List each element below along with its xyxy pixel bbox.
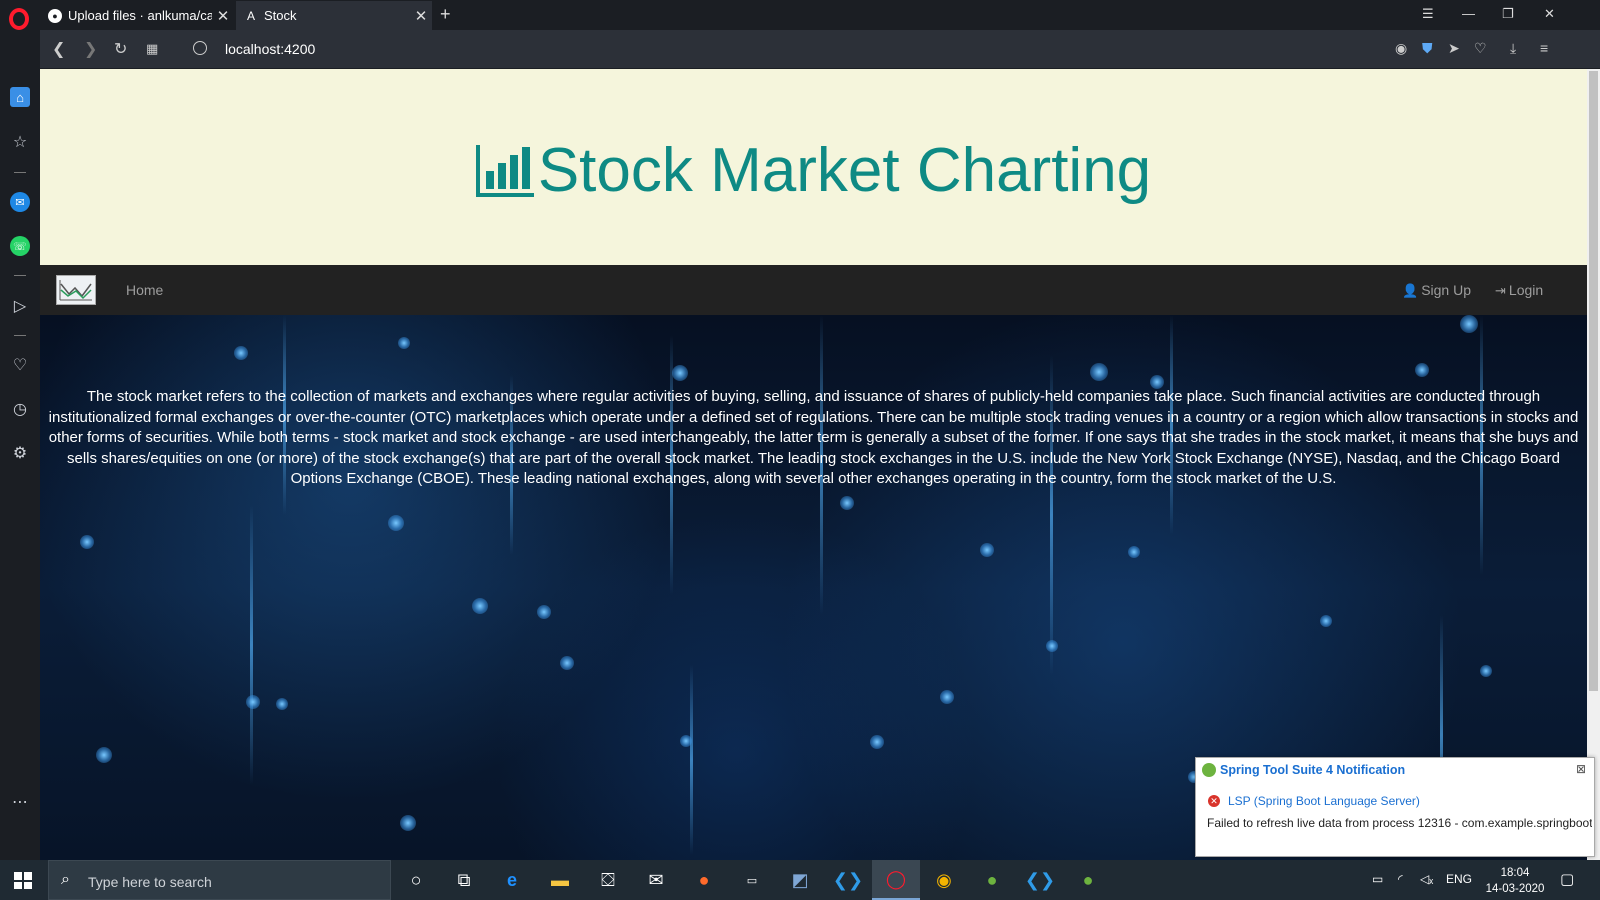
taskbar-clock[interactable]: 18:04 14-03-2020 (1485, 865, 1545, 897)
heart-icon[interactable]: ♡ (10, 355, 30, 375)
page-title: Stock Market Charting (40, 135, 1587, 206)
tab-menu-icon[interactable]: ☰ (1422, 6, 1434, 22)
login-icon: ⇥ (1495, 283, 1506, 298)
reload-icon[interactable]: ↻ (114, 39, 127, 59)
spring-leaf-icon (1202, 763, 1216, 777)
windows-taskbar: ⌕ Type here to search ○ ⧉ e ▬ ⛋ ✉ ● ▭ ◩ … (0, 860, 1600, 900)
tab-title: Stock (264, 8, 297, 23)
forward-icon[interactable]: ❯ (84, 39, 97, 59)
battery-icon[interactable]: ▭ (1372, 872, 1383, 886)
nav-signup-link[interactable]: 👤 Sign Up (1402, 282, 1471, 299)
spring-tool-suite-icon[interactable]: ● (968, 860, 1016, 900)
navbar: Home 👤 Sign Up ⇥ Login (40, 265, 1587, 315)
language-indicator[interactable]: ENG (1446, 872, 1472, 886)
edge-icon[interactable]: e (488, 860, 536, 900)
site-title-text: Stock Market Charting (537, 136, 1152, 205)
tab-title: Upload files · anlkuma/case (68, 8, 212, 23)
opera-sidebar: ⌂ ☆ ✉ ☏ ▷ ♡ ◷ ⚙ ⋯ (0, 30, 40, 860)
angular-icon: A (246, 8, 255, 23)
sts-notification: Spring Tool Suite 4 Notification ⊠ ✕ LSP… (1195, 757, 1595, 857)
hero-banner: Stock Market Charting (40, 69, 1587, 265)
heart-icon[interactable]: ♡ (1474, 40, 1487, 57)
brand-logo[interactable] (56, 275, 96, 305)
spring-tool-suite-icon[interactable]: ● (1064, 860, 1112, 900)
sidebar-divider (14, 275, 26, 276)
login-label: Login (1508, 282, 1544, 298)
sidebar-divider (14, 172, 26, 173)
page-scrollbar[interactable] (1587, 69, 1600, 860)
signup-label: Sign Up (1421, 282, 1471, 298)
globe-icon (193, 41, 207, 55)
windows-start-icon[interactable] (14, 872, 32, 889)
scrollbar-thumb[interactable] (1589, 71, 1598, 691)
clock-date: 14-03-2020 (1485, 883, 1545, 895)
settings-gear-icon[interactable]: ⚙ (10, 443, 30, 463)
trend-chart-icon (59, 280, 92, 301)
send-icon[interactable]: ➤ (1448, 40, 1460, 57)
notification-title: Spring Tool Suite 4 Notification (1202, 763, 1405, 777)
new-tab-button[interactable]: + (440, 4, 451, 25)
mail-icon[interactable]: ✉ (632, 860, 680, 900)
web-page: Stock Market Charting Home 👤 Sign Up ⇥ Log… (40, 69, 1587, 860)
taskbar-search-box[interactable]: ⌕ Type here to search (48, 860, 391, 900)
notification-source-text[interactable]: LSP (Spring Boot Language Server) (1228, 794, 1420, 808)
task-view-icon[interactable]: ⧉ (440, 860, 488, 900)
user-icon: 👤 (1402, 283, 1419, 298)
chrome-icon[interactable]: ◉ (920, 860, 968, 900)
cortana-icon[interactable]: ○ (392, 860, 440, 900)
easy-setup-icon[interactable]: ≡ (1540, 40, 1548, 56)
bar-chart-icon (475, 144, 534, 197)
speed-dial-icon[interactable]: ▦ (146, 41, 158, 57)
close-window-icon[interactable]: ✕ (1544, 6, 1555, 22)
action-center-icon[interactable]: ▢ (1560, 870, 1574, 888)
browser-tab-strip: ● Upload files · anlkuma/case ✕ A Stock … (0, 0, 1600, 30)
nav-login-link[interactable]: ⇥ Login (1495, 282, 1543, 299)
file-explorer-icon[interactable]: ▬ (536, 860, 584, 900)
close-tab-icon[interactable]: ✕ (410, 7, 432, 25)
search-icon: ⌕ (61, 871, 70, 888)
opera-logo-icon[interactable] (9, 8, 29, 30)
url-field[interactable]: localhost:4200 (225, 41, 315, 57)
home-icon[interactable]: ⌂ (10, 87, 30, 107)
notification-source: ✕ LSP (Spring Boot Language Server) (1208, 794, 1420, 808)
messenger-icon[interactable]: ✉ (10, 192, 30, 212)
search-placeholder: Type here to search (88, 874, 212, 890)
camera-icon[interactable]: ◉ (1395, 40, 1407, 57)
clock-time: 18:04 (1500, 867, 1530, 879)
more-icon[interactable]: ⋯ (10, 792, 30, 812)
volume-muted-icon[interactable]: ◁ₓ (1420, 872, 1433, 886)
github-icon: ● (48, 8, 62, 23)
mysql-workbench-icon[interactable]: ▭ (728, 860, 776, 900)
about-paragraph: The stock market refers to the collectio… (48, 388, 1579, 488)
history-clock-icon[interactable]: ◷ (10, 399, 30, 419)
download-icon[interactable]: ⤓ (1510, 40, 1516, 57)
postman-icon[interactable]: ● (680, 860, 728, 900)
restore-icon[interactable]: ❐ (1502, 6, 1514, 22)
nav-home-link[interactable]: Home (126, 282, 163, 298)
close-tab-icon[interactable]: ✕ (212, 7, 234, 25)
sidebar-divider (14, 335, 26, 336)
notification-title-text: Spring Tool Suite 4 Notification (1220, 763, 1406, 777)
whatsapp-icon[interactable]: ☏ (10, 236, 30, 256)
flow-send-icon[interactable]: ▷ (10, 296, 30, 316)
store-icon[interactable]: ⛋ (584, 860, 632, 900)
vscode-icon[interactable]: ❮❯ (824, 860, 872, 900)
notification-message: Failed to refresh live data from process… (1207, 816, 1592, 830)
bookmarks-star-icon[interactable]: ☆ (10, 132, 30, 152)
vpn-shield-icon[interactable]: ⛊ (1422, 40, 1433, 57)
opera-taskbar-icon[interactable]: ◯ (872, 860, 920, 900)
mysql-icon[interactable]: ◩ (776, 860, 824, 900)
close-notification-icon[interactable]: ⊠ (1576, 762, 1586, 776)
tab-stock[interactable]: A Stock ✕ (236, 1, 432, 30)
back-icon[interactable]: ❮ (52, 39, 65, 59)
error-icon: ✕ (1208, 795, 1220, 807)
wifi-icon[interactable]: ◜ (1398, 872, 1403, 886)
address-bar: ❮ ❯ ↻ ▦ localhost:4200 ◉ ⛊ ➤ ♡ ⤓ ≡ (40, 30, 1600, 68)
minimize-icon[interactable]: — (1462, 6, 1475, 21)
tab-github[interactable]: ● Upload files · anlkuma/case ✕ (40, 1, 234, 30)
vscode-icon[interactable]: ❮❯ (1016, 860, 1064, 900)
